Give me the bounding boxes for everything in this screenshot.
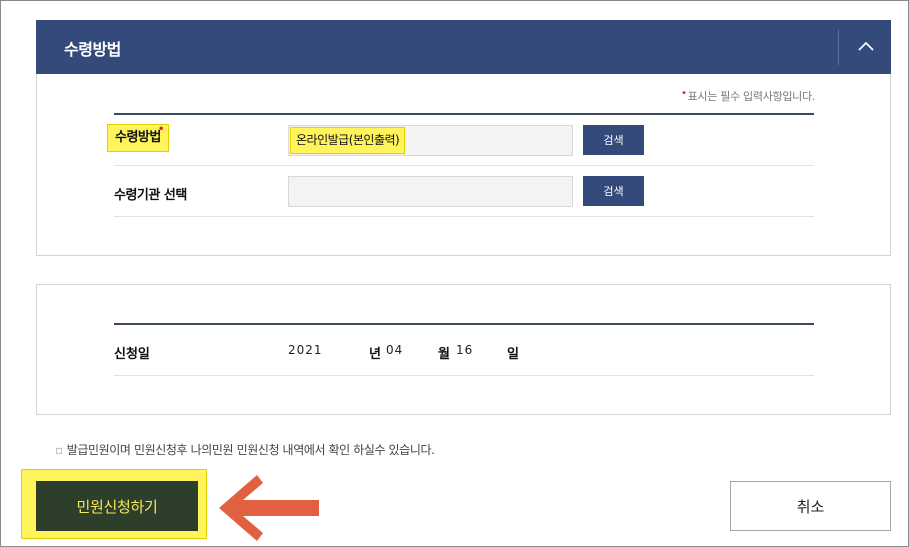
- receive-agency-label: 수령기관 선택: [114, 188, 187, 203]
- arrow-left-icon: [219, 475, 319, 541]
- date-month-unit: 월: [438, 347, 450, 362]
- date-day: 16: [456, 343, 474, 357]
- collapse-button[interactable]: [846, 30, 886, 64]
- row-divider: [114, 375, 814, 376]
- row-divider: [114, 216, 814, 217]
- date-month: 04: [386, 343, 404, 357]
- receive-method-field[interactable]: 온라인발급(본인출력): [288, 125, 573, 156]
- receive-agency-field[interactable]: [288, 176, 573, 207]
- section-title: 수령방법: [64, 40, 121, 59]
- window-frame: 수령방법 •표시는 필수 입력사항입니다. 수령방법 • 온라인발급(본인출력)…: [0, 0, 909, 547]
- submit-application-button[interactable]: 민원신청하기: [36, 481, 198, 531]
- required-mark: •: [680, 88, 687, 99]
- required-mark: •: [157, 124, 164, 135]
- receive-method-panel: •표시는 필수 입력사항입니다. 수령방법 • 온라인발급(본인출력) 검색 수…: [36, 74, 891, 256]
- notice-message: 발급민원이며 민원신청후 나의민원 민원신청 내역에서 확인 하실수 있습니다.: [66, 443, 435, 457]
- table-top-rule: [114, 323, 814, 325]
- required-note: •표시는 필수 입력사항입니다.: [681, 88, 815, 104]
- section-header: 수령방법: [36, 20, 891, 74]
- notice-text: ▫ 발급민원이며 민원신청후 나의민원 민원신청 내역에서 확인 하실수 있습니다…: [55, 441, 435, 458]
- chevron-up-icon: [858, 41, 874, 51]
- cancel-button[interactable]: 취소: [730, 481, 891, 531]
- application-date-panel: 신청일 2021 년 04 월 16 일: [36, 284, 891, 415]
- receive-method-value: 온라인발급(본인출력): [290, 127, 406, 154]
- required-note-text: 표시는 필수 입력사항입니다.: [687, 90, 816, 103]
- date-year-unit: 년: [369, 347, 381, 362]
- application-date-label: 신청일: [114, 347, 150, 362]
- table-top-rule: [114, 113, 814, 115]
- date-day-unit: 일: [507, 347, 519, 362]
- receive-method-label-text: 수령방법: [115, 130, 161, 145]
- row-divider: [114, 165, 814, 166]
- receive-method-search-button[interactable]: 검색: [583, 125, 644, 155]
- receive-agency-search-button[interactable]: 검색: [583, 176, 644, 206]
- header-divider: [838, 29, 839, 65]
- receive-method-label: 수령방법 •: [107, 124, 169, 152]
- date-year: 2021: [288, 343, 323, 357]
- notice-bullet: ▫: [55, 443, 63, 457]
